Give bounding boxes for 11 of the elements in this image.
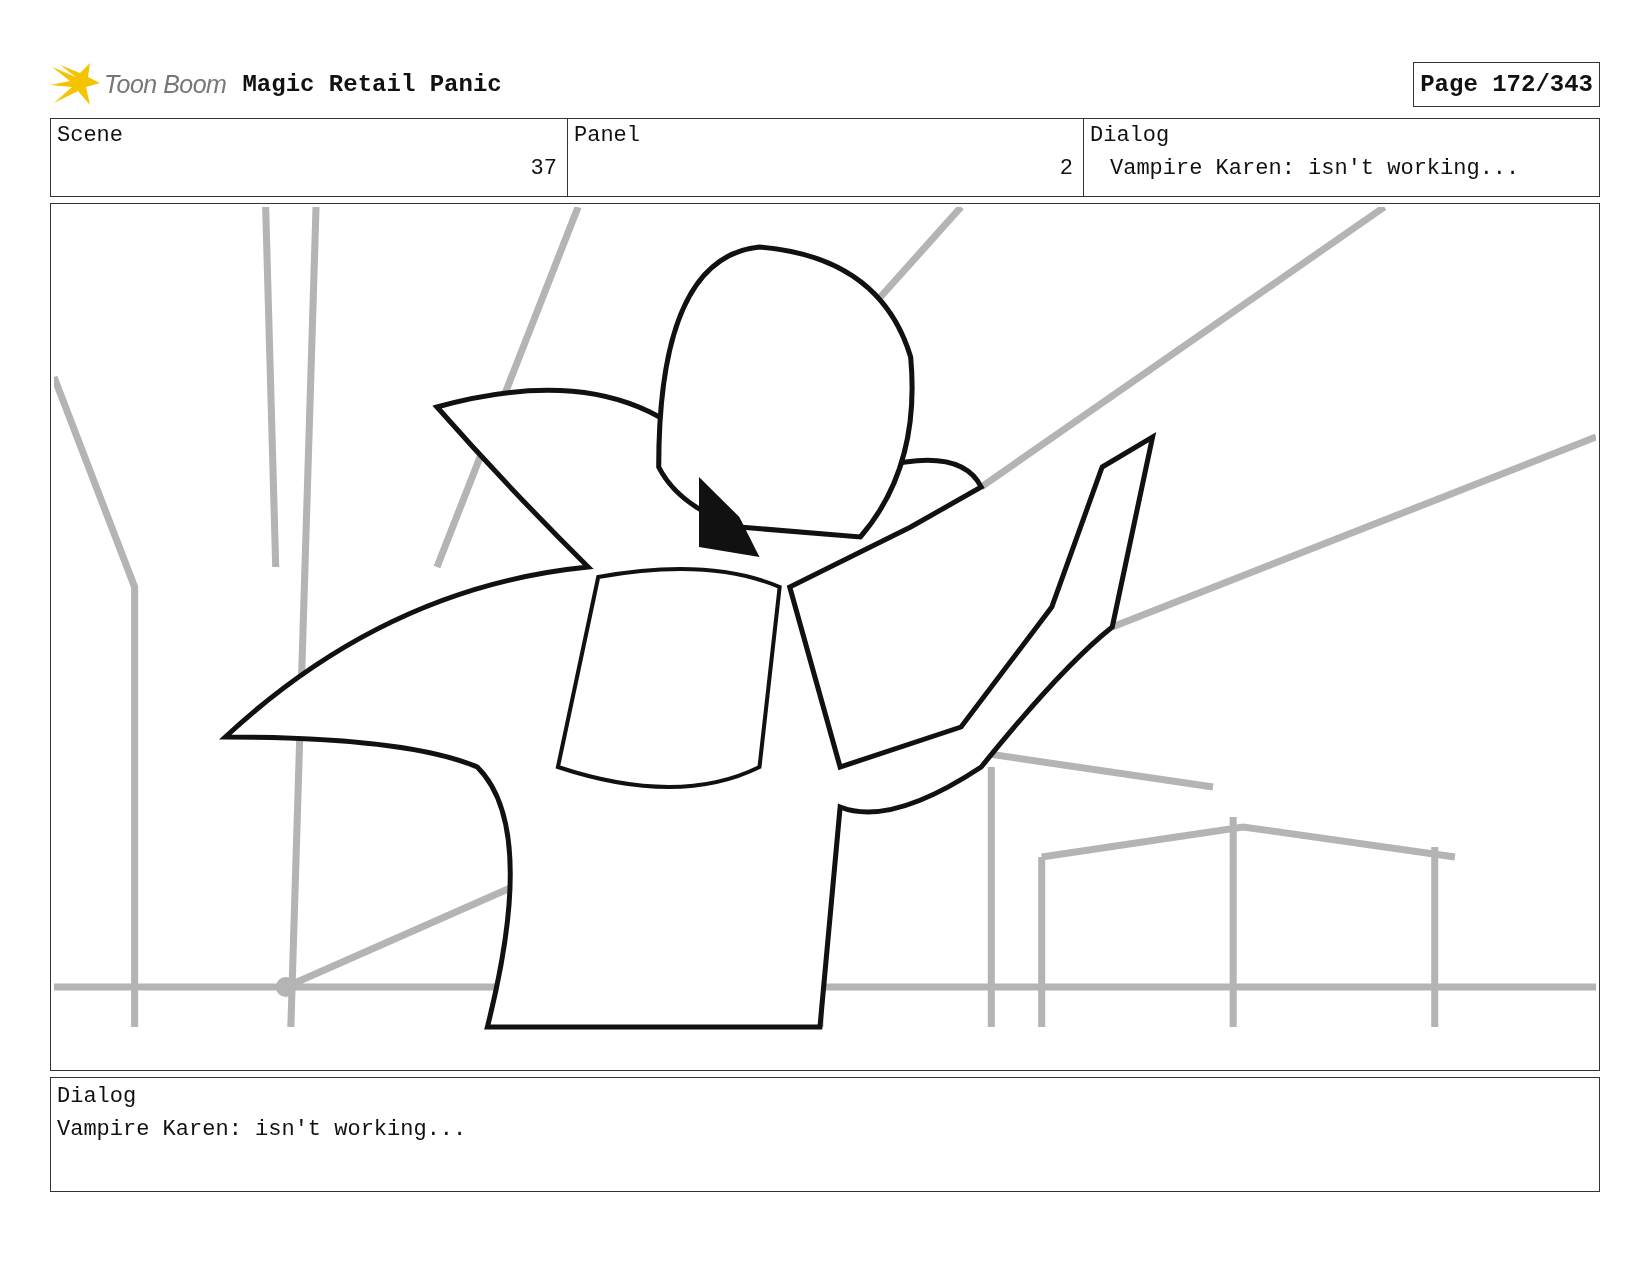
table-cell: 2 xyxy=(1059,156,1073,181)
column-header: Panel xyxy=(574,123,641,148)
column-header: Dialog xyxy=(1090,123,1171,148)
dialog-label: Dialog xyxy=(57,1084,138,1109)
project-title: Magic Retail Panic xyxy=(242,70,503,98)
page-number: Page 172/343 xyxy=(1413,61,1600,107)
table-cell: 37 xyxy=(530,156,557,181)
logo-text: Toon Boom xyxy=(104,69,227,99)
column-header: Scene xyxy=(57,123,124,148)
dialog-text: Vampire Karen: isn't working... xyxy=(57,1117,468,1142)
table-cell-text: Vampire Karen: isn't working... xyxy=(1109,156,1520,181)
